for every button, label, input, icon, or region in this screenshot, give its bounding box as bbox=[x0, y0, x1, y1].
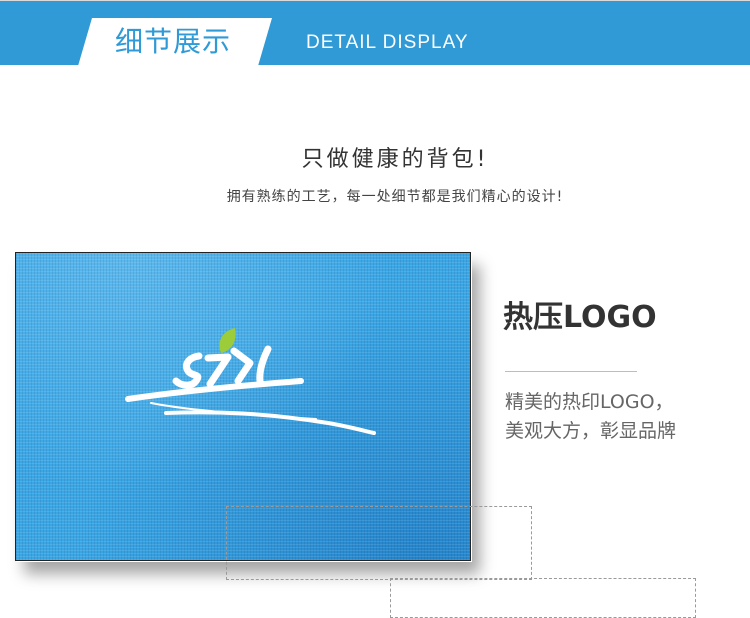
feature-divider bbox=[505, 371, 637, 372]
feature-description: 精美的热印LOGO， 美观大方，彰显品牌 bbox=[505, 388, 676, 446]
intro-headline: 只做健康的背包! bbox=[301, 147, 489, 172]
feature-description-line: 美观大方，彰显品牌 bbox=[505, 420, 677, 442]
feature-title: 热压LOGO bbox=[503, 300, 657, 335]
decorative-dashed-frame bbox=[226, 506, 532, 580]
section-banner: 细节展示 DETAIL DISPLAY bbox=[0, 0, 750, 66]
intro-subline: 拥有熟练的工艺，每一处细节都是我们精心的设计! bbox=[226, 189, 564, 205]
decorative-dashed-frame bbox=[390, 578, 696, 618]
feature-description-line: 精美的热印LOGO， bbox=[505, 391, 674, 413]
banner-title-en: DETAIL DISPLAY bbox=[306, 32, 469, 53]
banner-title-cn: 细节展示 bbox=[115, 25, 232, 58]
